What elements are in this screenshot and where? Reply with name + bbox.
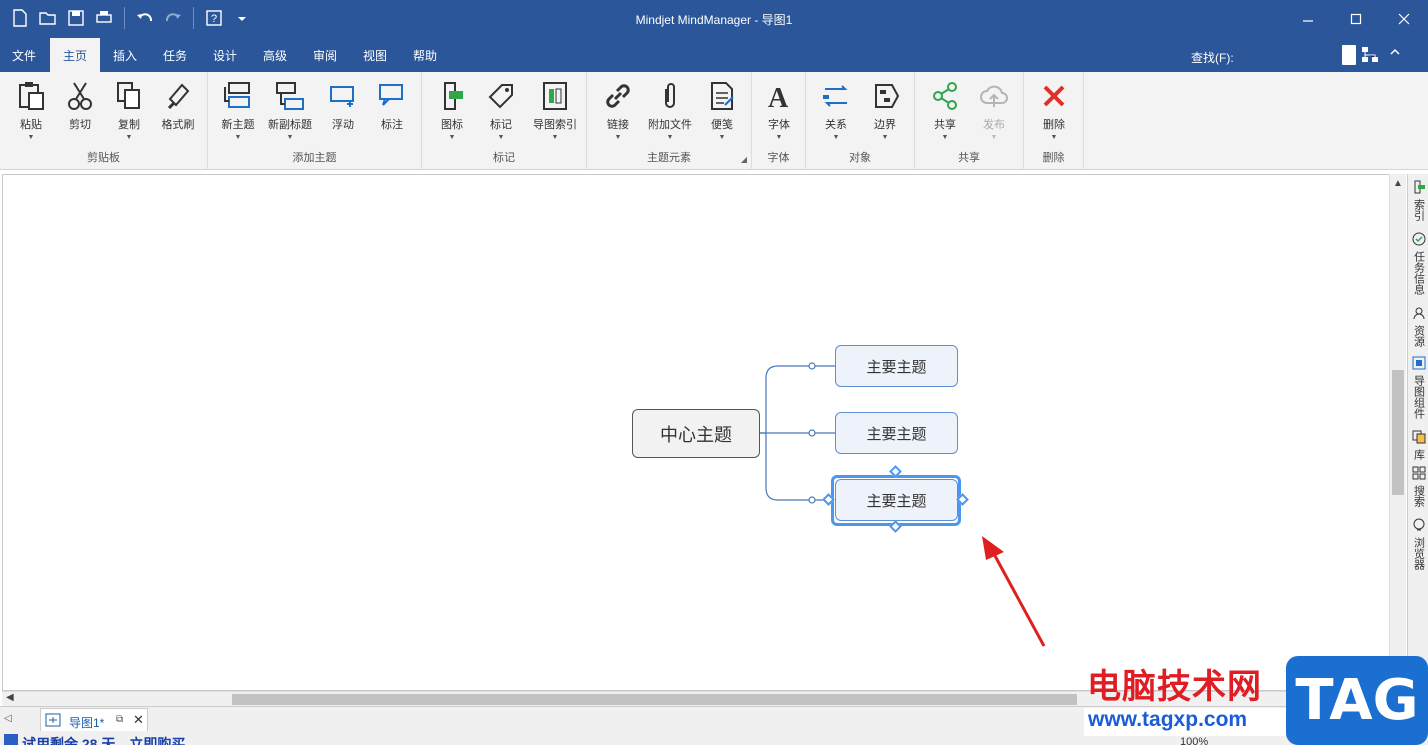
main-topic-selected[interactable]: 主要主题: [835, 479, 958, 521]
side-tab-browser[interactable]: 浏览器: [1408, 518, 1428, 570]
side-tab-map-parts[interactable]: 导图组件: [1408, 356, 1428, 419]
main-topic[interactable]: 主要主题: [835, 345, 958, 387]
info-icon: [4, 734, 18, 745]
vertical-scroll-thumb[interactable]: [1392, 370, 1404, 495]
pin-icon[interactable]: ⧉: [116, 714, 123, 725]
map-connectors: [760, 362, 836, 504]
map-parts-icon: [1412, 356, 1425, 370]
side-tab-task-info[interactable]: 任务信息: [1408, 232, 1428, 295]
side-tab-search[interactable]: 搜索: [1408, 466, 1428, 507]
browser-icon: [1413, 518, 1424, 531]
tabs-scroll-left-icon[interactable]: ◁: [4, 713, 12, 724]
trial-notice[interactable]: 试用剩余 28 天，立即购买: [4, 734, 185, 745]
search-icon: [1412, 466, 1425, 480]
watermark-url: www.tagxp.com: [1084, 708, 1294, 736]
library-icon: [1412, 430, 1425, 444]
horizontal-scroll-thumb[interactable]: [232, 694, 1077, 705]
scroll-left-icon[interactable]: ◀: [6, 692, 14, 703]
watermark-badge: TAG: [1286, 656, 1428, 745]
central-topic[interactable]: 中心主题: [632, 409, 760, 458]
mindmap-file-icon: [45, 713, 61, 727]
watermark-site-name: 电脑技术网: [1087, 667, 1262, 707]
side-tab-library[interactable]: 库: [1408, 430, 1428, 460]
close-tab-icon[interactable]: ✕: [133, 712, 144, 728]
watermark: 电脑技术网 www.tagxp.com TAG: [1078, 656, 1428, 745]
scroll-up-icon[interactable]: ▲: [1393, 178, 1403, 189]
side-tab-resources[interactable]: 资源: [1408, 306, 1428, 347]
vertical-scrollbar[interactable]: ▲: [1389, 174, 1406, 691]
document-tab[interactable]: 导图1* ⧉ ✕: [40, 708, 148, 731]
resources-icon: [1413, 307, 1424, 320]
side-panel: 索引 任务信息 资源 导图组件 库 搜索 浏览器: [1407, 174, 1428, 706]
side-tab-index[interactable]: 索引: [1408, 180, 1428, 221]
task-info-icon: [1412, 232, 1425, 246]
annotation-arrow: [982, 536, 1046, 647]
main-topic[interactable]: 主要主题: [835, 412, 958, 454]
index-icon: [1414, 180, 1425, 194]
